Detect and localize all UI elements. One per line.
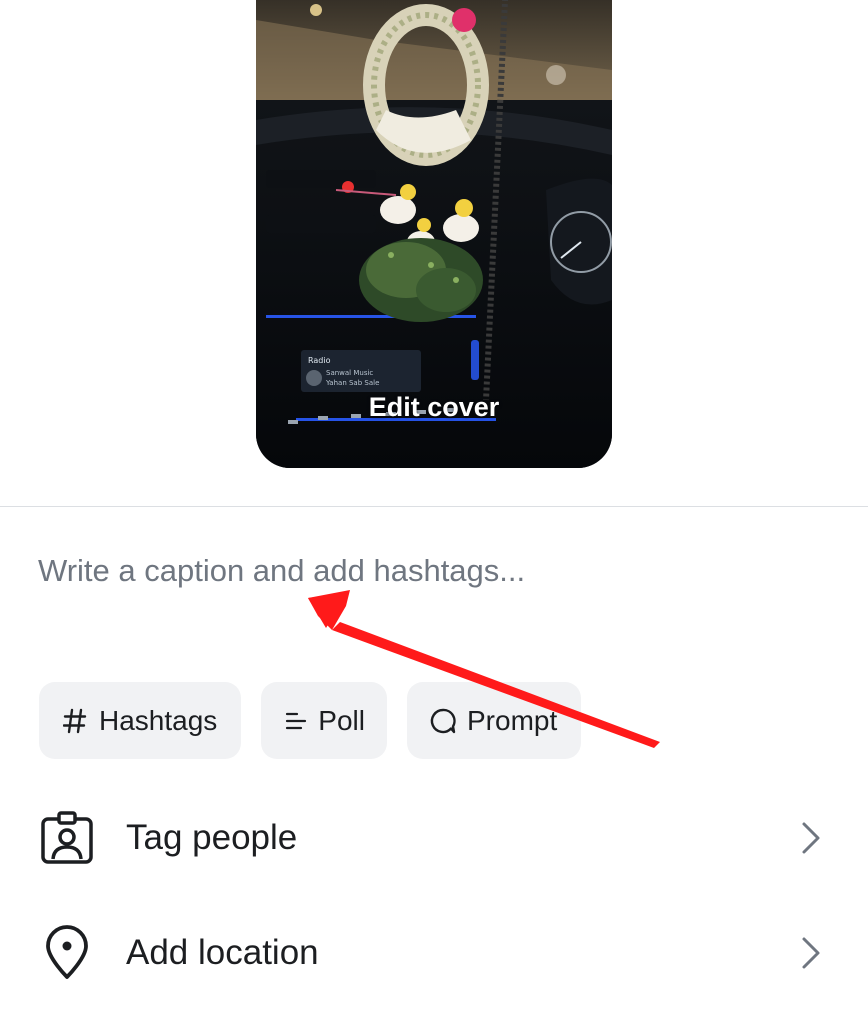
tag-people-label: Tag people (126, 818, 298, 857)
chevron-right-icon (796, 933, 826, 973)
divider (0, 506, 868, 507)
screen-line-3: Yahan Sab Sale (325, 379, 379, 387)
prompt-label: Prompt (467, 704, 558, 736)
screen-line-1: Radio (308, 356, 331, 365)
poll-button[interactable]: Poll (261, 682, 387, 759)
prompt-button[interactable]: Prompt (407, 682, 581, 759)
hashtags-label: Hashtags (99, 704, 218, 736)
video-cover-preview[interactable]: Radio Sanwal Music Yahan Sab Sale Edit c… (256, 0, 612, 468)
edit-cover-label[interactable]: Edit cover (256, 392, 612, 423)
hash-icon (61, 707, 89, 735)
tag-people-row[interactable]: Tag people (0, 788, 868, 888)
caption-tools: Hashtags Poll Prompt (39, 682, 581, 759)
create-post-screen: Radio Sanwal Music Yahan Sab Sale Edit c… (0, 0, 868, 1024)
chevron-right-icon (796, 818, 826, 858)
tag-people-icon (38, 809, 96, 867)
add-location-row[interactable]: Add location (0, 903, 868, 1003)
location-pin-icon (38, 924, 96, 982)
hashtags-button[interactable]: Hashtags (39, 682, 241, 759)
screen-line-2: Sanwal Music (326, 369, 373, 377)
poll-icon (283, 707, 308, 735)
poll-label: Poll (318, 704, 365, 736)
caption-input[interactable] (38, 548, 828, 594)
prompt-icon (429, 707, 457, 735)
add-location-label: Add location (126, 933, 319, 972)
